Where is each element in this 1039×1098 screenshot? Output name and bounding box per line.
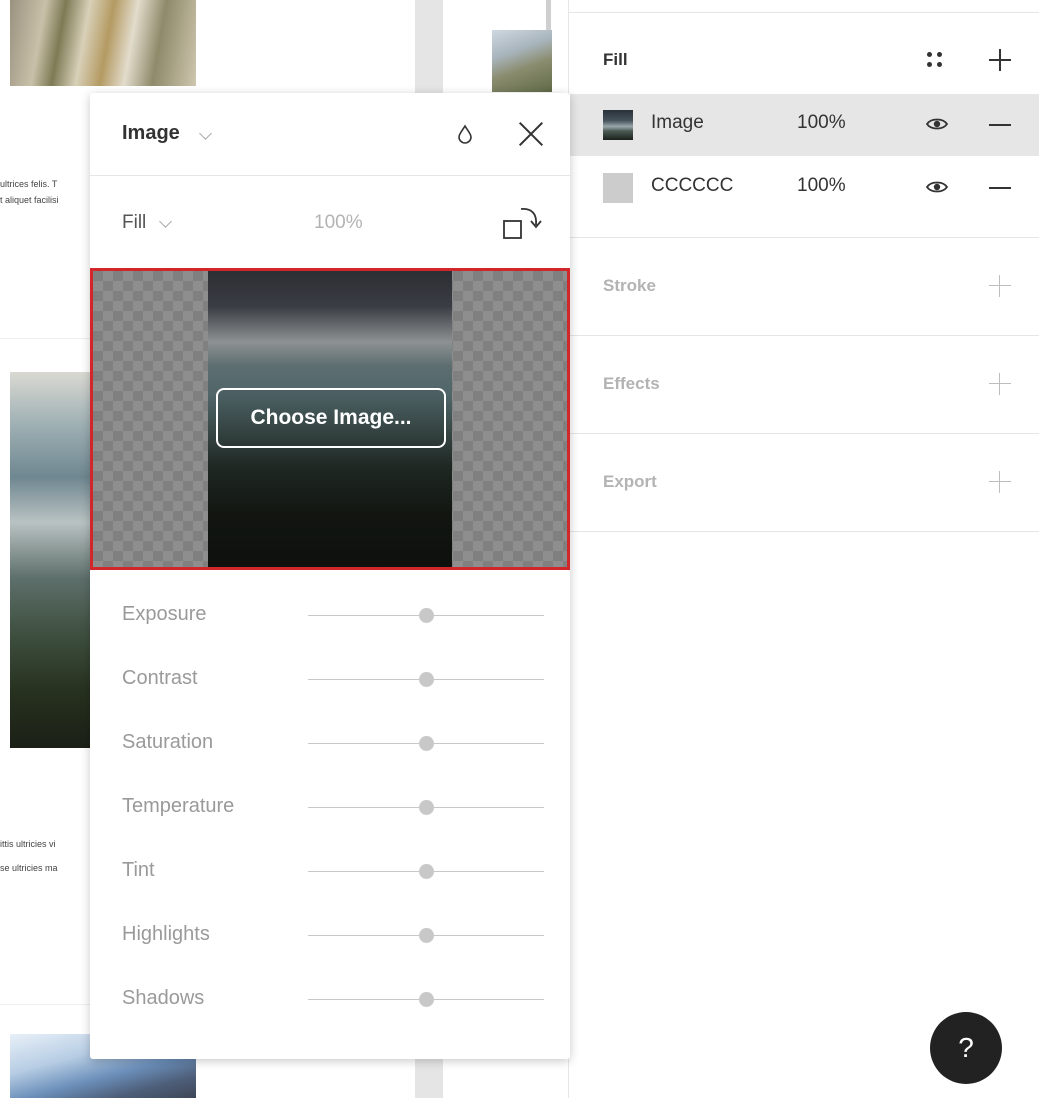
adjustment-row: Highlights — [90, 915, 570, 955]
adjustment-row: Temperature — [90, 787, 570, 827]
image-mode-dropdown[interactable]: Fill — [122, 212, 146, 234]
canvas-text-snippet: ultrices felis. T — [0, 179, 58, 189]
fill-row-image[interactable]: Image 100% — [569, 94, 1039, 156]
add-export-plus-icon[interactable] — [987, 469, 1013, 495]
section-divider — [569, 335, 1039, 336]
section-divider — [569, 531, 1039, 532]
canvas-image-mountain[interactable] — [10, 372, 90, 748]
help-button[interactable]: ? — [930, 1012, 1002, 1084]
close-icon[interactable] — [518, 121, 544, 147]
adjustment-label: Shadows — [122, 987, 205, 1009]
rotate-icon[interactable] — [502, 205, 544, 241]
blend-drop-icon[interactable] — [456, 123, 474, 145]
adjustment-slider-handle[interactable] — [419, 672, 434, 687]
adjustment-label: Exposure — [122, 603, 207, 625]
canvas-text-snippet: se ultricies ma — [0, 863, 58, 873]
image-preview[interactable]: Choose Image... — [90, 268, 570, 570]
adjustment-row: Shadows — [90, 979, 570, 1019]
section-divider — [569, 433, 1039, 434]
adjustment-slider-handle[interactable] — [419, 992, 434, 1007]
remove-fill-minus-icon[interactable] — [989, 187, 1011, 189]
adjustment-slider-handle[interactable] — [419, 608, 434, 623]
export-section-title: Export — [603, 472, 657, 491]
panel-top-divider — [569, 12, 1039, 13]
image-swatch[interactable] — [603, 110, 633, 140]
add-stroke-plus-icon[interactable] — [987, 273, 1013, 299]
fill-type-dropdown[interactable]: Image — [122, 122, 180, 145]
adjustment-row: Contrast — [90, 659, 570, 699]
adjustment-row: Tint — [90, 851, 570, 891]
canvas-image-rocks[interactable] — [10, 0, 196, 86]
adjustment-slider-handle[interactable] — [419, 928, 434, 943]
fill-name[interactable]: Image — [651, 112, 704, 134]
adjustment-slider-handle[interactable] — [419, 736, 434, 751]
color-swatch[interactable] — [603, 173, 633, 203]
add-effect-plus-icon[interactable] — [987, 371, 1013, 397]
chevron-down-icon[interactable] — [159, 215, 172, 228]
adjustment-label: Highlights — [122, 923, 210, 945]
adjustment-label: Saturation — [122, 731, 214, 753]
add-fill-plus-icon[interactable] — [987, 47, 1013, 73]
canvas-divider — [0, 1004, 90, 1005]
eye-icon[interactable] — [926, 179, 948, 195]
styles-grid-icon[interactable] — [925, 50, 945, 70]
adjustment-row: Saturation — [90, 723, 570, 763]
fill-name[interactable]: CCCCCC — [651, 175, 733, 197]
popover-header: Image — [90, 93, 570, 176]
canvas-image-mountain-small[interactable] — [492, 30, 552, 92]
adjustment-slider-handle[interactable] — [419, 864, 434, 879]
adjustment-label: Contrast — [122, 667, 198, 689]
chevron-down-icon[interactable] — [199, 127, 212, 140]
image-fill-popover: Image Fill 100% Choose Image... Exposure… — [90, 93, 570, 1059]
image-opacity[interactable]: 100% — [314, 212, 363, 234]
remove-fill-minus-icon[interactable] — [989, 124, 1011, 126]
fill-opacity[interactable]: 100% — [797, 112, 846, 134]
adjustment-slider-handle[interactable] — [419, 800, 434, 815]
fill-opacity[interactable]: 100% — [797, 175, 846, 197]
canvas-text-snippet: t aliquet facilisi — [0, 195, 59, 205]
fill-row-color[interactable]: CCCCCC 100% — [569, 157, 1039, 219]
canvas-text-snippet: ittis ultricies vi — [0, 839, 56, 849]
adjustment-row: Exposure — [90, 595, 570, 635]
eye-icon[interactable] — [926, 116, 948, 132]
adjustment-label: Temperature — [122, 795, 235, 817]
effects-section-title: Effects — [603, 374, 660, 393]
properties-panel: Fill Image 100% CCCCCC 100% Stroke Effec… — [568, 0, 1039, 1098]
adjustment-label: Tint — [122, 859, 155, 881]
section-divider — [569, 237, 1039, 238]
fill-section-title: Fill — [603, 50, 628, 69]
canvas-divider — [0, 338, 90, 339]
stroke-section-title: Stroke — [603, 276, 656, 295]
choose-image-button[interactable]: Choose Image... — [216, 388, 446, 448]
